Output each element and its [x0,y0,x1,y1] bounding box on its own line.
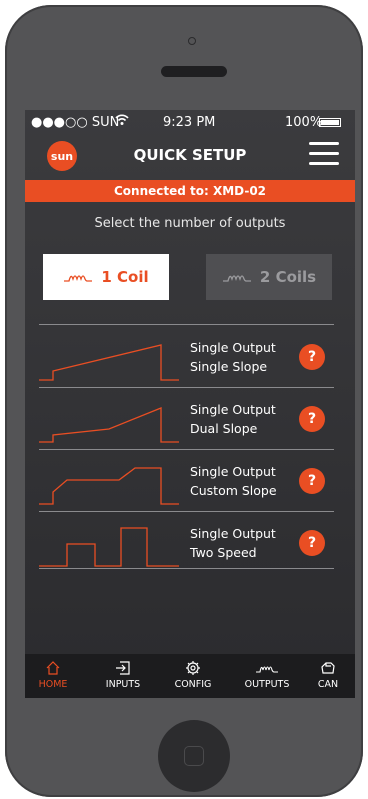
option-text: Single Output Two Speed [190,526,276,560]
output-count-prompt: Select the number of outputs [94,216,286,231]
status-bar: ●●●○○ SUN 9:23 PM 100% [25,110,355,134]
single-slope-graph-icon [39,344,179,381]
tab-inputs[interactable]: INPUTS [100,654,146,698]
divider [39,324,334,325]
page-title: QUICK SETUP [133,146,247,164]
dual-slope-graph-icon [39,407,179,443]
app-screen: ●●●○○ SUN 9:23 PM 100% sun QUICK SETUP C… [25,110,355,698]
home-button-square-icon [184,746,204,766]
option-text: Single Output Single Slope [190,340,276,374]
two-speed-graph-icon [39,527,179,567]
tab-home[interactable]: HOME [33,654,73,698]
option-single-slope[interactable]: Single Output Single Slope ? [39,328,339,390]
tab-can[interactable]: CAN [313,654,343,698]
divider [39,511,334,512]
battery-percent: 100% [285,115,323,130]
hamburger-menu-icon[interactable] [309,141,339,167]
divider [39,449,334,450]
option-text: Single Output Dual Slope [190,402,276,436]
carrier-label: ●●●○○ SUN [31,115,120,130]
help-button[interactable]: ? [299,344,325,370]
help-button[interactable]: ? [299,530,325,556]
option-text: Single Output Custom Slope [190,464,277,498]
tab-bar: HOME INPUTS CONFIG OUTPUTS CAN [25,654,355,698]
coil-icon [256,666,278,673]
help-button[interactable]: ? [299,406,325,432]
can-icon [321,662,335,674]
one-coil-label: 1 Coil [101,268,149,286]
two-coils-label: 2 Coils [259,268,317,286]
custom-slope-graph-icon [39,467,179,505]
one-coil-button[interactable]: 1 Coil [43,254,169,300]
wifi-icon [115,114,129,125]
earpiece-speaker [161,66,227,77]
coil-icon [64,275,93,282]
connection-banner: Connected to: XMD-02 [25,180,355,202]
inputs-icon [116,661,130,675]
tab-outputs[interactable]: OUTPUTS [239,654,295,698]
clock: 9:23 PM [163,115,216,130]
coil-icon [222,275,251,282]
two-coils-button[interactable]: 2 Coils [206,254,332,300]
option-dual-slope[interactable]: Single Output Dual Slope ? [39,390,339,452]
battery-icon [319,118,341,127]
divider [39,387,334,388]
front-camera [188,37,196,45]
home-button[interactable] [158,720,230,792]
gear-icon [186,661,200,675]
help-button[interactable]: ? [299,468,325,494]
option-two-speed[interactable]: Single Output Two Speed ? [39,514,339,576]
option-custom-slope[interactable]: Single Output Custom Slope ? [39,452,339,514]
divider [39,568,334,569]
nav-bar: sun QUICK SETUP [25,134,355,180]
tab-config[interactable]: CONFIG [170,654,216,698]
home-icon [46,661,60,675]
